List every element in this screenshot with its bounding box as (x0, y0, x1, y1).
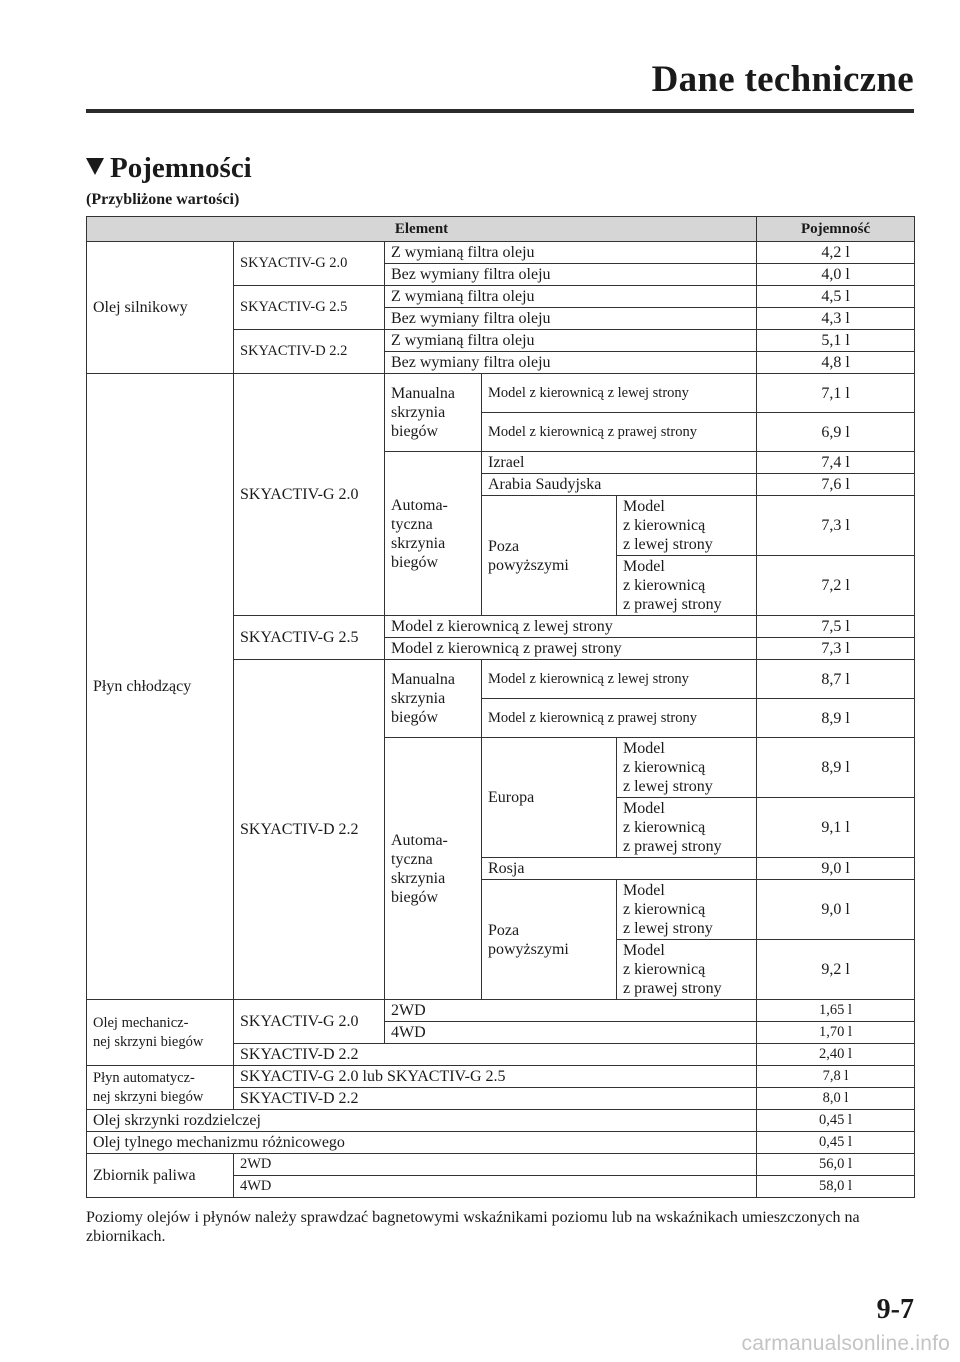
coolant-model-rhd: Model z kierownicą z prawej strony (615, 797, 758, 858)
mt-oil-d22: SKYACTIV-D 2.2 (232, 1043, 758, 1066)
capacity-value: 8,9 l (756, 737, 916, 798)
coolant-russia: Rosja (480, 857, 758, 880)
coolant-lhd: Model z kierownicą z lewej strony (480, 659, 758, 699)
coolant-other: Poza powyższymi (481, 495, 617, 616)
mt-oil-2wd: 2WD (383, 999, 758, 1022)
capacity-value: 56,0 l (756, 1153, 916, 1176)
capacity-value: 2,40 l (756, 1043, 916, 1066)
table-row: Olej mechanicz- nej skrzyni biegów SKYAC… (86, 999, 916, 1066)
capacity-value: 7,5 l (756, 615, 916, 638)
section-title-text: Pojemności (110, 152, 252, 184)
oil-without-filter: Bez wymiany filtra oleju (383, 351, 758, 374)
coolant-lhd: Model z kierownicą z lewej strony (383, 615, 758, 638)
capacity-value: 7,4 l (756, 451, 916, 474)
capacity-value: 9,0 l (756, 879, 916, 940)
header-element: Element (85, 216, 758, 242)
coolant-model-lhd: Model z kierownicą z lewej strony (615, 879, 758, 940)
coolant-auto: Automa- tyczna skrzynia biegów (384, 451, 482, 616)
table-row: Płyn automatycz- nej skrzyni biegów SKYA… (86, 1065, 916, 1110)
table-row: Olej tylnego mechanizmu różnicowego 0,45… (85, 1131, 916, 1154)
oil-with-filter: Z wymianą filtra oleju (383, 329, 758, 352)
coolant-saudi: Arabia Saudyjska (480, 473, 758, 496)
header-capacity: Pojemność (756, 216, 916, 242)
coolant-label: Płyn chłodzący (86, 373, 234, 1000)
oil-without-filter: Bez wymiany filtra oleju (383, 263, 758, 286)
coolant-d22: SKYACTIV-D 2.2 (233, 659, 385, 1000)
table-row: Płyn chłodzący SKYACTIV-G 2.0 Manualna s… (86, 373, 916, 1000)
capacity-value: 0,45 l (756, 1131, 916, 1154)
oil-g25: SKYACTIV-G 2.5 (233, 285, 385, 330)
watermark: carmanualsonline.info (741, 1332, 950, 1355)
fuel-label: Zbiornik paliwa (86, 1153, 234, 1198)
mt-oil-g20: SKYACTIV-G 2.0 (233, 999, 385, 1044)
coolant-model-lhd: Model z kierownicą z lewej strony (615, 737, 758, 798)
oil-label: Olej silnikowy (86, 241, 234, 374)
coolant-model-rhd: Model z kierownicą z prawej strony (615, 939, 758, 1000)
coolant-model-lhd: Model z kierownicą z lewej strony (615, 495, 758, 556)
coolant-israel: Izrael (480, 451, 758, 474)
capacity-value: 7,2 l (756, 555, 916, 616)
coolant-lhd: Model z kierownicą z lewej strony (480, 373, 758, 413)
capacity-value: 7,3 l (756, 637, 916, 660)
coolant-g25: SKYACTIV-G 2.5 (233, 615, 385, 660)
oil-without-filter: Bez wymiany filtra oleju (383, 307, 758, 330)
oil-g20: SKYACTIV-G 2.0 (233, 241, 385, 286)
coolant-auto: Automa- tyczna skrzynia biegów (384, 737, 482, 1000)
capacity-value: 4,8 l (756, 351, 916, 374)
capacity-value: 58,0 l (756, 1175, 916, 1198)
fuel-2wd: 2WD (232, 1153, 758, 1176)
coolant-rhd: Model z kierownicą z prawej strony (383, 637, 758, 660)
page-number: 9-7 (876, 1294, 914, 1325)
capacity-value: 9,0 l (756, 857, 916, 880)
coolant-europe: Europa (481, 737, 617, 858)
coolant-manual: Manualna skrzynia biegów (384, 659, 482, 738)
table-row: Olej skrzynki rozdzielczej 0,45 l (85, 1109, 916, 1132)
rear-diff-label: Olej tylnego mechanizmu różnicowego (85, 1131, 758, 1154)
table-row: Olej silnikowy SKYACTIV-G 2.0 Z wymianą … (86, 241, 916, 374)
capacity-value: 4,5 l (756, 285, 916, 308)
table-header-row: Element Pojemność (85, 216, 916, 242)
capacity-value: 7,6 l (756, 473, 916, 496)
capacity-value: 4,3 l (756, 307, 916, 330)
fuel-4wd: 4WD (232, 1175, 758, 1198)
capacity-value: 4,0 l (756, 263, 916, 286)
capacity-value: 6,9 l (756, 412, 916, 452)
capacity-value: 7,3 l (756, 495, 916, 556)
header-divider (86, 109, 914, 113)
coolant-manual: Manualna skrzynia biegów (384, 373, 482, 452)
capacity-value: 8,9 l (756, 698, 916, 738)
coolant-rhd: Model z kierownicą z prawej strony (480, 698, 758, 738)
atf-label: Płyn automatycz- nej skrzyni biegów (86, 1065, 234, 1110)
atf-g: SKYACTIV-G 2.0 lub SKYACTIV-G 2.5 (232, 1065, 758, 1088)
capacity-value: 9,1 l (756, 797, 916, 858)
atf-d22: SKYACTIV-D 2.2 (232, 1087, 758, 1110)
section-subtitle: (Przybliżone wartości) (86, 191, 240, 208)
triangle-bullet-icon (86, 158, 104, 175)
capacity-value: 4,2 l (756, 241, 916, 264)
oil-with-filter: Z wymianą filtra oleju (383, 241, 758, 264)
transfer-label: Olej skrzynki rozdzielczej (85, 1109, 758, 1132)
capacity-value: 8,7 l (756, 659, 916, 699)
section-title: Pojemności (86, 152, 252, 185)
capacity-value: 8,0 l (756, 1087, 916, 1110)
mt-oil-4wd: 4WD (383, 1021, 758, 1044)
coolant-g20: SKYACTIV-G 2.0 (233, 373, 385, 616)
coolant-rhd: Model z kierownicą z prawej strony (480, 412, 758, 452)
footnote: Poziomy olejów i płynów należy sprawdzać… (86, 1209, 860, 1245)
capacity-value: 9,2 l (756, 939, 916, 1000)
mt-oil-label: Olej mechanicz- nej skrzyni biegów (86, 999, 234, 1066)
capacity-value: 0,45 l (756, 1109, 916, 1132)
coolant-other: Poza powyższymi (481, 879, 617, 1000)
capacity-value: 1,65 l (756, 999, 916, 1022)
coolant-model-rhd: Model z kierownicą z prawej strony (615, 555, 758, 616)
capacities-table: Element Pojemność Olej silnikowy SKYACTI… (85, 216, 916, 1198)
oil-with-filter: Z wymianą filtra oleju (383, 285, 758, 308)
page-header-title: Dane techniczne (651, 59, 914, 100)
table-row: Zbiornik paliwa 2WD 56,0 l (86, 1153, 916, 1198)
capacity-value: 1,70 l (756, 1021, 916, 1044)
oil-d22: SKYACTIV-D 2.2 (233, 329, 385, 374)
capacity-value: 7,1 l (756, 373, 916, 413)
capacity-value: 7,8 l (756, 1065, 916, 1088)
capacity-value: 5,1 l (756, 329, 916, 352)
